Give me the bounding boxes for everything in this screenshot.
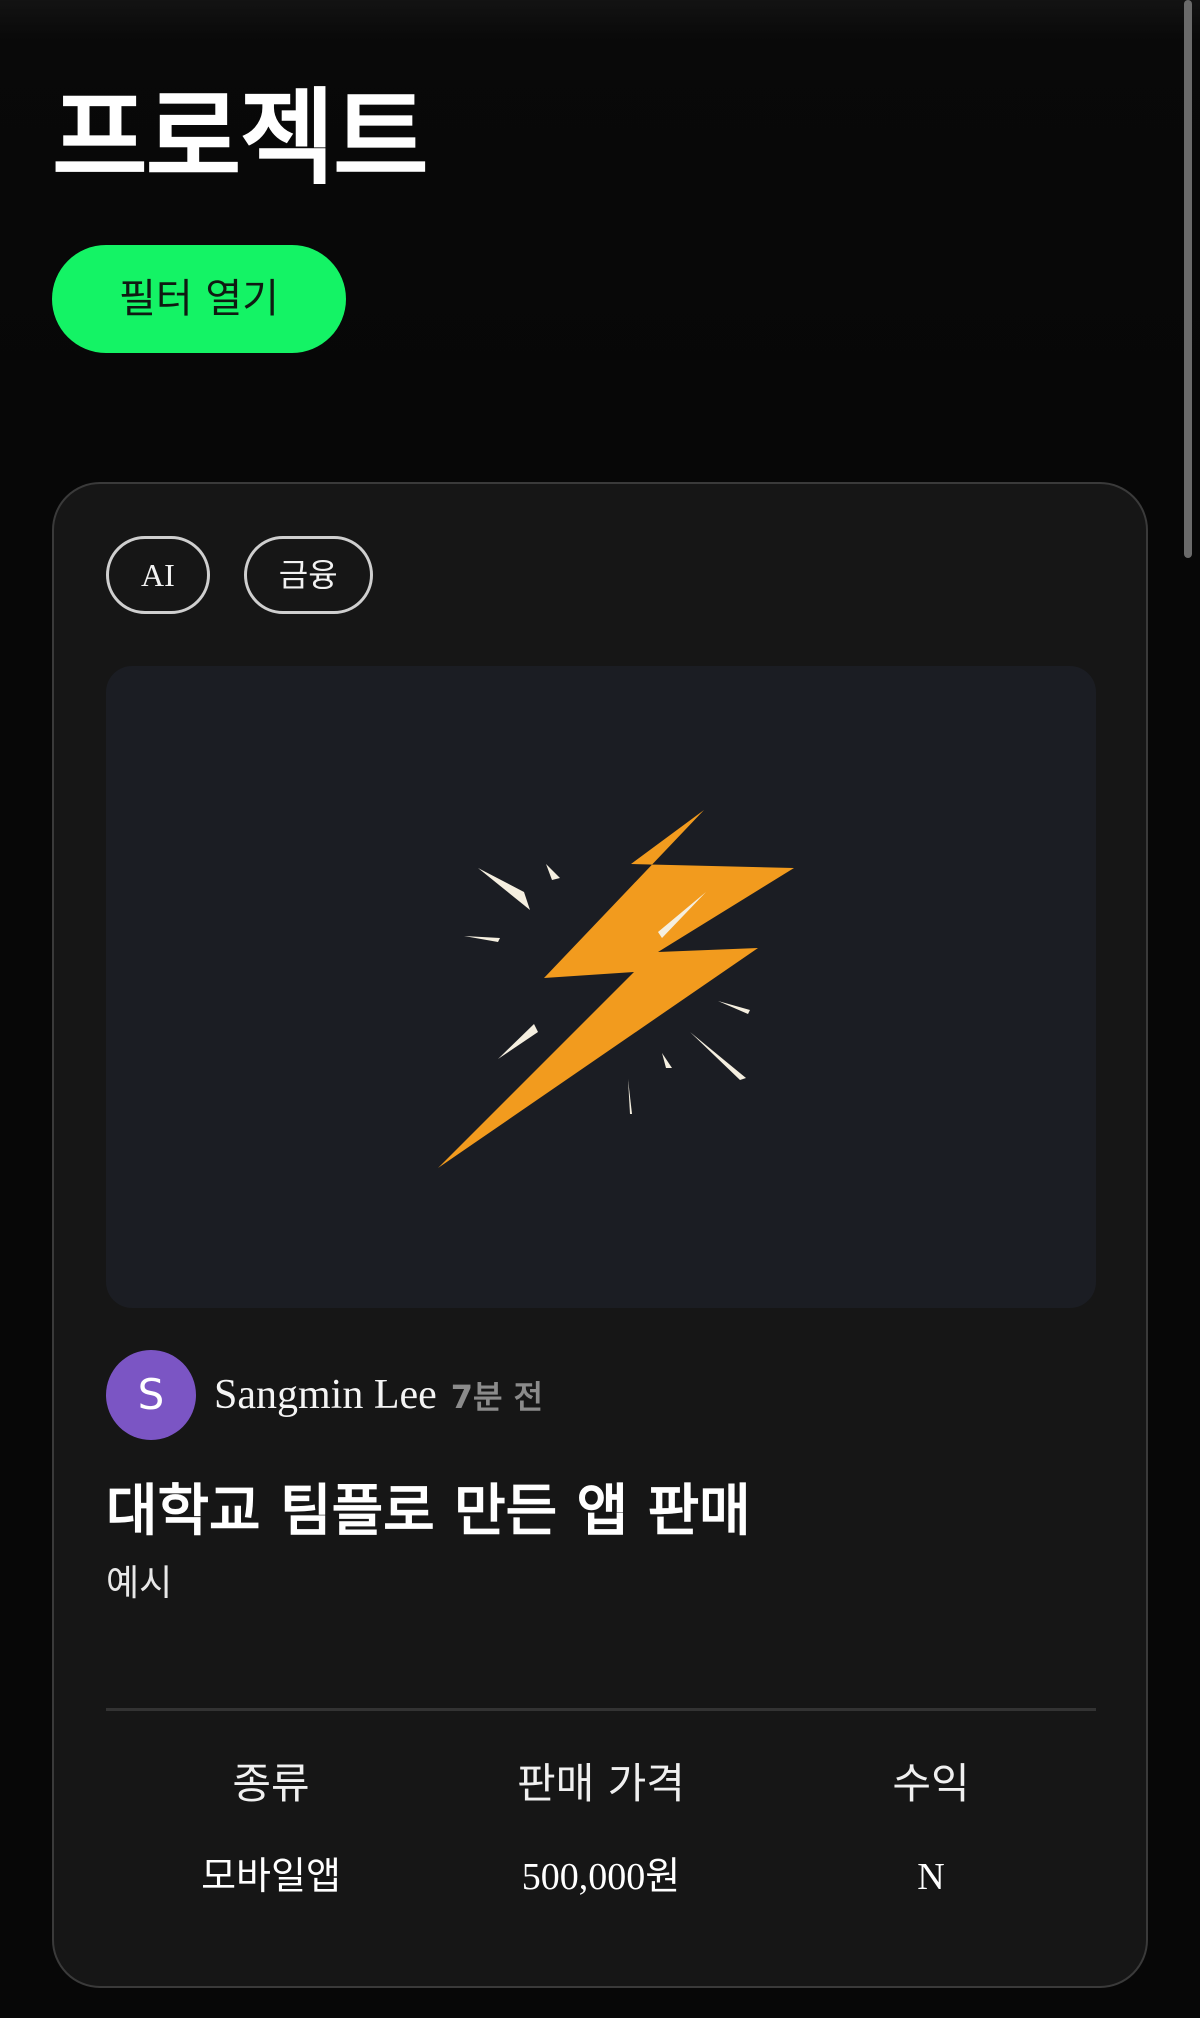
project-stats: 종류 모바일앱 판매 가격 500,000원 수익 N: [106, 1754, 1096, 1902]
page-title: 프로젝트: [52, 77, 429, 199]
stat-type: 종류 모바일앱: [106, 1754, 436, 1902]
projects-page: 프로젝트 필터 열기 AI 금융 S Sangmin Lee 7분 전 대학교 …: [0, 0, 1200, 2018]
divider: [106, 1708, 1096, 1711]
stat-type-label: 종류: [232, 1759, 310, 1808]
project-description: 예시: [106, 1563, 173, 1604]
project-card[interactable]: AI 금융 S Sangmin Lee 7분 전 대학교 팀플로 만든 앱 판매…: [52, 482, 1148, 1988]
project-title[interactable]: 대학교 팀플로 만든 앱 판매: [106, 1476, 751, 1548]
stat-revenue-label: 수익: [892, 1759, 970, 1808]
stat-price: 판매 가격 500,000원: [436, 1754, 766, 1902]
stat-revenue: 수익 N: [766, 1754, 1096, 1902]
author-name[interactable]: Sangmin Lee: [214, 1371, 437, 1419]
open-filter-button[interactable]: 필터 열기: [52, 245, 346, 353]
author-info: S Sangmin Lee 7분 전: [106, 1350, 543, 1440]
scrollbar[interactable]: [1184, 0, 1192, 2018]
stat-price-label: 판매 가격: [517, 1759, 685, 1808]
post-time: 7분 전: [450, 1378, 544, 1416]
scrollbar-thumb[interactable]: [1184, 0, 1192, 558]
tag-list: AI 금융: [106, 536, 373, 614]
stat-revenue-value: N: [917, 1856, 945, 1898]
project-thumbnail[interactable]: [106, 666, 1096, 1308]
stat-price-value: 500,000원: [521, 1856, 681, 1898]
avatar[interactable]: S: [106, 1350, 196, 1440]
lightning-bolt-icon: [438, 810, 794, 1168]
stat-type-value: 모바일앱: [201, 1856, 341, 1898]
tag-finance[interactable]: 금융: [243, 536, 373, 614]
tag-ai[interactable]: AI: [106, 536, 210, 614]
